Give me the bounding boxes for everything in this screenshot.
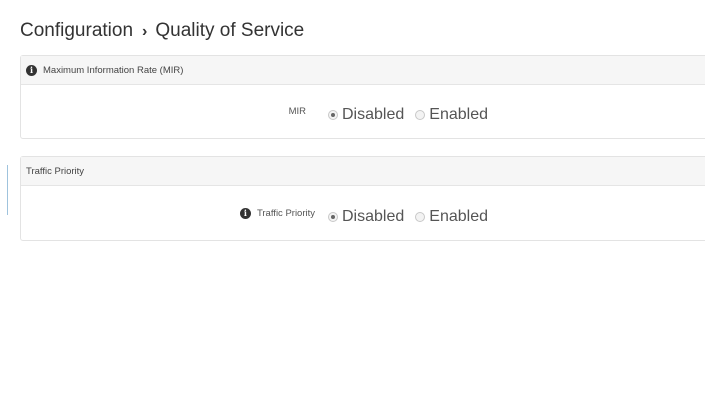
chevron-right-icon: › bbox=[142, 23, 148, 40]
mir-panel: i Maximum Information Rate (MIR) MIR Dis… bbox=[20, 55, 705, 139]
info-circle-icon[interactable]: i bbox=[239, 207, 251, 219]
traffic-priority-panel-body: i Traffic Priority Disabled Enabled bbox=[21, 186, 705, 240]
mir-enabled-radio[interactable] bbox=[415, 110, 426, 120]
breadcrumb-current: Quality of Service bbox=[155, 20, 305, 41]
traffic-disabled-radio[interactable] bbox=[328, 212, 338, 222]
info-circle-icon[interactable]: i bbox=[26, 64, 37, 76]
mir-disabled-label[interactable]: Disabled bbox=[342, 106, 404, 124]
traffic-enabled-label[interactable]: Enabled bbox=[429, 208, 488, 226]
mir-radio-group: Disabled Enabled bbox=[328, 106, 499, 124]
mir-enabled-label[interactable]: Enabled bbox=[429, 106, 488, 124]
mir-panel-body: MIR Disabled Enabled bbox=[21, 85, 705, 138]
traffic-priority-field-label: Traffic Priority bbox=[256, 207, 315, 219]
traffic-priority-panel-title: Traffic Priority bbox=[26, 165, 85, 177]
breadcrumb: Configuration › Quality of Service bbox=[20, 20, 304, 42]
mir-row-label-area: MIR bbox=[21, 85, 306, 138]
traffic-priority-panel-header: Traffic Priority bbox=[21, 157, 705, 186]
mir-disabled-radio[interactable] bbox=[328, 110, 338, 120]
traffic-priority-label-wrap: i Traffic Priority bbox=[239, 207, 315, 219]
mir-panel-title: Maximum Information Rate (MIR) bbox=[43, 64, 184, 76]
traffic-priority-radio-group: Disabled Enabled bbox=[328, 208, 499, 226]
traffic-priority-panel: Traffic Priority i Traffic Priority Disa… bbox=[20, 156, 705, 241]
traffic-disabled-label[interactable]: Disabled bbox=[342, 208, 404, 226]
breadcrumb-parent[interactable]: Configuration bbox=[20, 20, 133, 41]
mir-field-label: MIR bbox=[288, 106, 306, 117]
mir-panel-header: i Maximum Information Rate (MIR) bbox=[21, 56, 705, 85]
traffic-row-label-area: i Traffic Priority bbox=[21, 186, 315, 240]
traffic-enabled-radio[interactable] bbox=[415, 212, 426, 222]
left-edge-line bbox=[7, 165, 8, 215]
